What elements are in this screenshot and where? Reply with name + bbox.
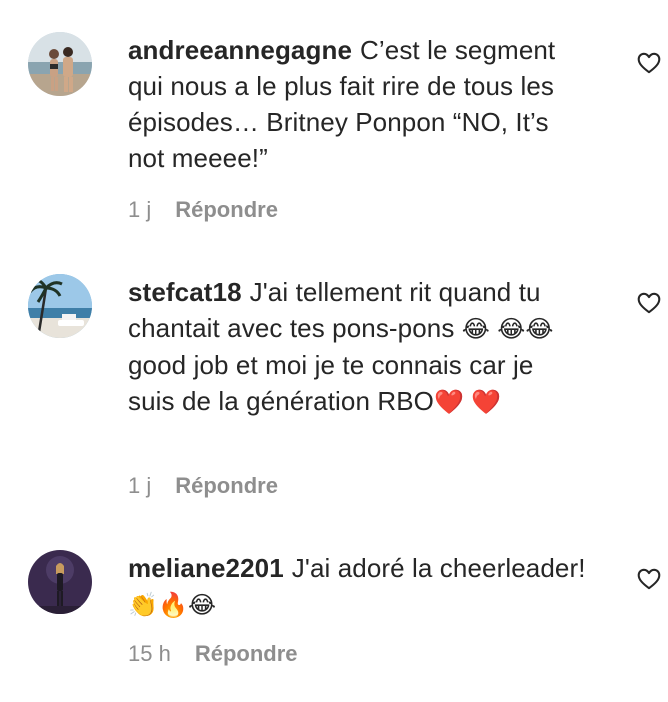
reply-button[interactable]: Répondre xyxy=(195,640,298,668)
heart-outline-icon xyxy=(637,52,661,74)
comment-meta: 1 j Répondre xyxy=(128,472,278,500)
timestamp[interactable]: 15 h xyxy=(128,640,171,668)
username[interactable]: stefcat18 xyxy=(128,277,242,307)
palm-beach-photo-icon xyxy=(28,274,92,338)
comment-message-part: J'ai adoré la cheerleader! xyxy=(291,553,586,583)
comment-text: stefcat18 J'ai tellement rit quand tu cha… xyxy=(128,274,586,420)
avatar[interactable] xyxy=(28,274,92,338)
comment-2: stefcat18 J'ai tellement rit quand tu cha… xyxy=(28,274,661,504)
reply-button[interactable]: Répondre xyxy=(175,196,278,224)
reply-button[interactable]: Répondre xyxy=(175,472,278,500)
stage-performer-photo-icon xyxy=(28,550,92,614)
like-button[interactable] xyxy=(636,50,664,78)
comment-meta: 15 h Répondre xyxy=(128,640,298,668)
comment-1: andreeannegagne C’est le segment qui nous… xyxy=(28,32,661,232)
comment-meta: 1 j Répondre xyxy=(128,196,278,224)
timestamp[interactable]: 1 j xyxy=(128,472,151,500)
avatar[interactable] xyxy=(28,32,92,96)
timestamp[interactable]: 1 j xyxy=(128,196,151,224)
tears-of-joy-emoji: 😂😂 xyxy=(497,315,554,343)
like-button[interactable] xyxy=(636,290,664,318)
clap-fire-laugh-emoji: 👏🔥😂 xyxy=(128,591,217,619)
avatar[interactable] xyxy=(28,550,92,614)
comment-text: meliane2201 J'ai adoré la cheerleader! 👏🔥… xyxy=(128,550,586,623)
heart-outline-icon xyxy=(637,292,661,314)
red-heart-emoji: ❤️ xyxy=(434,388,464,416)
tears-of-joy-emoji: 😂 xyxy=(461,315,490,343)
username[interactable]: andreeannegagne xyxy=(128,35,352,65)
heart-outline-icon xyxy=(637,568,661,590)
comment-text: andreeannegagne C’est le segment qui nous… xyxy=(128,32,586,176)
like-button[interactable] xyxy=(636,566,664,594)
red-heart-emoji: ❤️ xyxy=(471,388,502,416)
beach-couple-photo-icon xyxy=(28,32,92,96)
comment-3: meliane2201 J'ai adoré la cheerleader! 👏🔥… xyxy=(28,550,661,680)
username[interactable]: meliane2201 xyxy=(128,553,284,583)
